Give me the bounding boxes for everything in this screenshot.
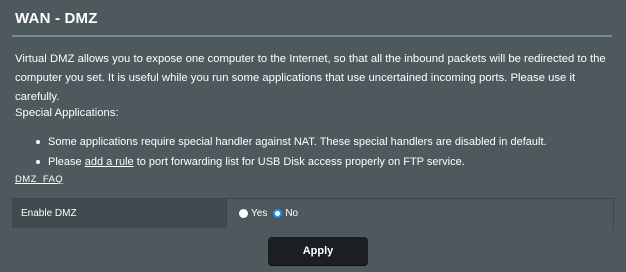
- dmz-settings-panel: WAN - DMZ Virtual DMZ allows you to expo…: [0, 0, 626, 272]
- bullet-icon: [36, 160, 40, 164]
- description-text: Virtual DMZ allows you to expose one com…: [15, 53, 606, 103]
- page-title: WAN - DMZ: [15, 10, 98, 27]
- bullet-text-before: Please: [48, 156, 85, 168]
- radio-no-label: No: [285, 208, 299, 219]
- radio-yes-label: Yes: [251, 208, 268, 219]
- bullet-text-after: to port forwarding list for USB Disk acc…: [133, 156, 465, 168]
- special-applications-list: Some applications require special handle…: [36, 133, 547, 173]
- enable-dmz-no-radio[interactable]: No: [273, 208, 298, 219]
- enable-dmz-yes-radio[interactable]: Yes: [239, 208, 267, 219]
- special-applications-heading: Special Applications:: [15, 107, 119, 119]
- enable-dmz-label: Enable DMZ: [13, 199, 227, 228]
- dmz-faq-link[interactable]: DMZ FAQ: [15, 174, 63, 185]
- radio-checked-icon: [273, 209, 283, 218]
- dmz-faq-label: DMZ FAQ: [15, 174, 64, 185]
- settings-table: Enable DMZ Yes No: [12, 198, 614, 229]
- list-item: Please add a rule to port forwarding lis…: [36, 153, 547, 173]
- title-divider: [12, 35, 612, 37]
- bullet-text: Some applications require special handle…: [48, 136, 547, 148]
- enable-dmz-options: Yes No: [227, 199, 613, 228]
- apply-button[interactable]: Apply: [268, 237, 368, 265]
- radio-unchecked-icon: [239, 209, 248, 218]
- list-item: Some applications require special handle…: [36, 133, 547, 153]
- add-rule-link[interactable]: add a rule: [85, 156, 134, 168]
- title-bar: WAN - DMZ: [0, 0, 626, 34]
- bullet-icon: [36, 140, 40, 144]
